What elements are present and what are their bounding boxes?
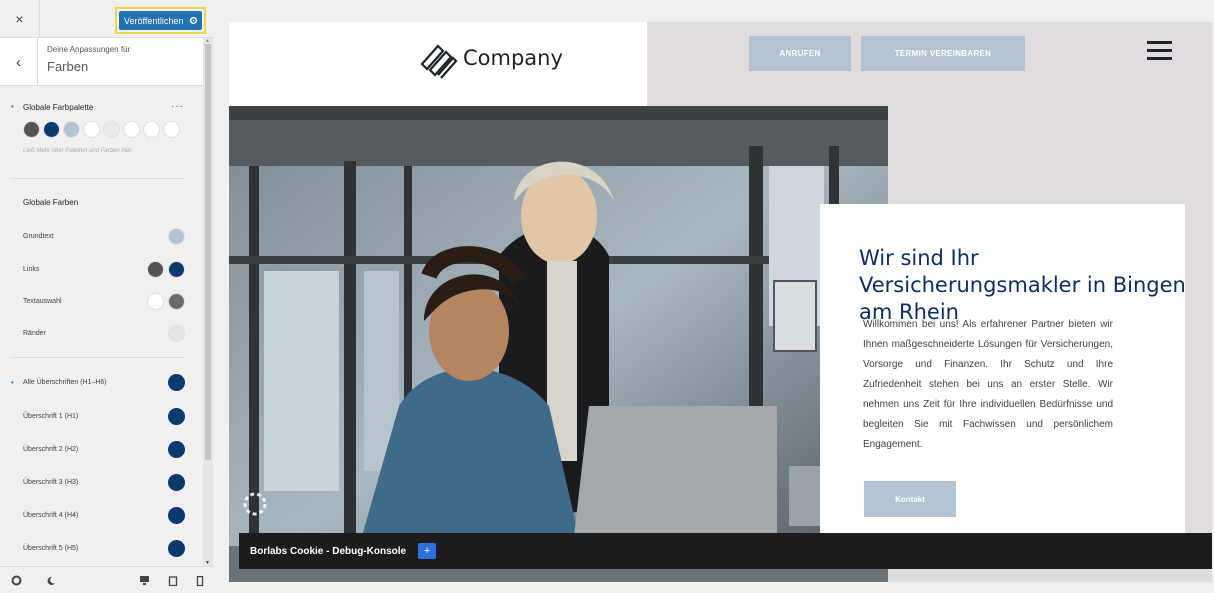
color-row-label: Grundtext bbox=[23, 233, 54, 240]
debug-console-label: Borlabs Cookie - Debug-Konsole bbox=[250, 545, 407, 557]
heading-color-swatch[interactable] bbox=[168, 374, 185, 391]
palette-swatch[interactable] bbox=[43, 121, 60, 138]
site-preview: Company ANRUFEN TERMIN VEREINBAREN Wir s… bbox=[229, 22, 1212, 582]
publish-label: Veröffentlichen bbox=[124, 15, 184, 26]
heading-color-swatch[interactable] bbox=[168, 408, 185, 425]
customizer-sidebar: × Veröffentlichen ‹ Deine Anpassungen fü… bbox=[0, 0, 213, 593]
close-customizer-button[interactable]: × bbox=[0, 0, 40, 38]
company-logo-text[interactable]: Company bbox=[463, 46, 563, 70]
divider bbox=[10, 357, 185, 358]
color-row-label: Ränder bbox=[23, 330, 46, 337]
panel-header: ‹ Deine Anpassungen für Farben bbox=[0, 38, 203, 86]
appointment-button[interactable]: TERMIN VEREINBAREN bbox=[861, 36, 1025, 71]
panel-subtitle: Deine Anpassungen für bbox=[47, 45, 131, 54]
heading-color-swatch[interactable] bbox=[168, 540, 185, 557]
heading-color-swatch[interactable] bbox=[168, 474, 185, 491]
settings-icon[interactable] bbox=[11, 575, 22, 586]
tablet-icon[interactable] bbox=[167, 575, 178, 586]
palette-bullet-icon: • bbox=[11, 102, 14, 111]
customizer-bottombar bbox=[0, 566, 213, 593]
customizer-topbar: × Veröffentlichen bbox=[0, 0, 213, 38]
heading-color-label: Überschrift 1 (H1) bbox=[23, 413, 79, 420]
mobile-icon[interactable] bbox=[194, 575, 205, 586]
contact-button[interactable]: Kontakt bbox=[864, 481, 956, 517]
palette-menu-icon[interactable]: ··· bbox=[171, 101, 184, 112]
palette-swatch[interactable] bbox=[103, 121, 120, 138]
palette-swatch[interactable] bbox=[123, 121, 140, 138]
intro-card: Wir sind Ihr Versicherungsmakler in Bing… bbox=[820, 204, 1186, 534]
color-row-label: Links bbox=[23, 266, 40, 273]
color-row-label: Textauswahl bbox=[23, 298, 62, 305]
heading-color-label: Überschrift 4 (H4) bbox=[23, 512, 79, 519]
color-swatch[interactable] bbox=[168, 228, 185, 245]
color-swatch[interactable] bbox=[147, 261, 164, 278]
hero-title: Wir sind Ihr Versicherungsmakler in Bing… bbox=[859, 246, 1186, 324]
palette-hint[interactable]: Ließ Mehr über Paletten und Farben hier. bbox=[23, 148, 133, 154]
heading-color-label: Überschrift 5 (H5) bbox=[23, 545, 79, 552]
back-button[interactable]: ‹ bbox=[0, 38, 38, 86]
call-button[interactable]: ANRUFEN bbox=[749, 36, 851, 71]
publish-button[interactable]: Veröffentlichen bbox=[119, 11, 202, 30]
cookie-debug-console: Borlabs Cookie - Debug-Konsole + bbox=[239, 533, 1212, 569]
color-swatch[interactable] bbox=[168, 293, 185, 310]
loading-spinner-icon bbox=[241, 490, 269, 518]
dark-mode-icon[interactable] bbox=[45, 575, 56, 586]
palette-swatch[interactable] bbox=[143, 121, 160, 138]
divider bbox=[10, 178, 185, 179]
palette-swatch[interactable] bbox=[63, 121, 80, 138]
palette-swatch[interactable] bbox=[163, 121, 180, 138]
palette-title: Globale Farbpalette bbox=[23, 103, 94, 112]
color-swatch[interactable] bbox=[147, 293, 164, 310]
desktop-icon[interactable] bbox=[139, 575, 150, 586]
heading-color-label: Überschrift 3 (H3) bbox=[23, 479, 79, 486]
publish-highlight: Veröffentlichen bbox=[115, 7, 206, 34]
palette-swatch[interactable] bbox=[83, 121, 100, 138]
scroll-thumb[interactable] bbox=[205, 44, 211, 460]
hero-image bbox=[229, 106, 888, 582]
color-swatch[interactable] bbox=[168, 325, 185, 342]
color-swatch[interactable] bbox=[168, 261, 185, 278]
menu-icon[interactable] bbox=[1147, 41, 1172, 61]
global-colors-title: Globale Farben bbox=[23, 198, 79, 207]
gear-icon[interactable] bbox=[188, 16, 198, 26]
palette-swatch[interactable] bbox=[23, 121, 40, 138]
color-palette bbox=[23, 121, 180, 138]
heading-bullet-icon: • bbox=[11, 378, 14, 387]
panel-title: Farben bbox=[47, 59, 89, 74]
heading-color-swatch[interactable] bbox=[168, 507, 185, 524]
heading-color-swatch[interactable] bbox=[168, 441, 185, 458]
debug-expand-button[interactable]: + bbox=[418, 543, 437, 559]
heading-color-label: Alle Überschriften (H1–H6) bbox=[23, 379, 107, 386]
header-logo-area: Company bbox=[229, 22, 647, 106]
hero-text: Willkommen bei uns! Als erfahrener Partn… bbox=[863, 319, 1113, 450]
company-logo-icon[interactable] bbox=[419, 42, 459, 80]
sidebar-scrollbar[interactable]: ▲ ▼ bbox=[203, 38, 213, 566]
heading-color-label: Überschrift 2 (H2) bbox=[23, 446, 79, 453]
